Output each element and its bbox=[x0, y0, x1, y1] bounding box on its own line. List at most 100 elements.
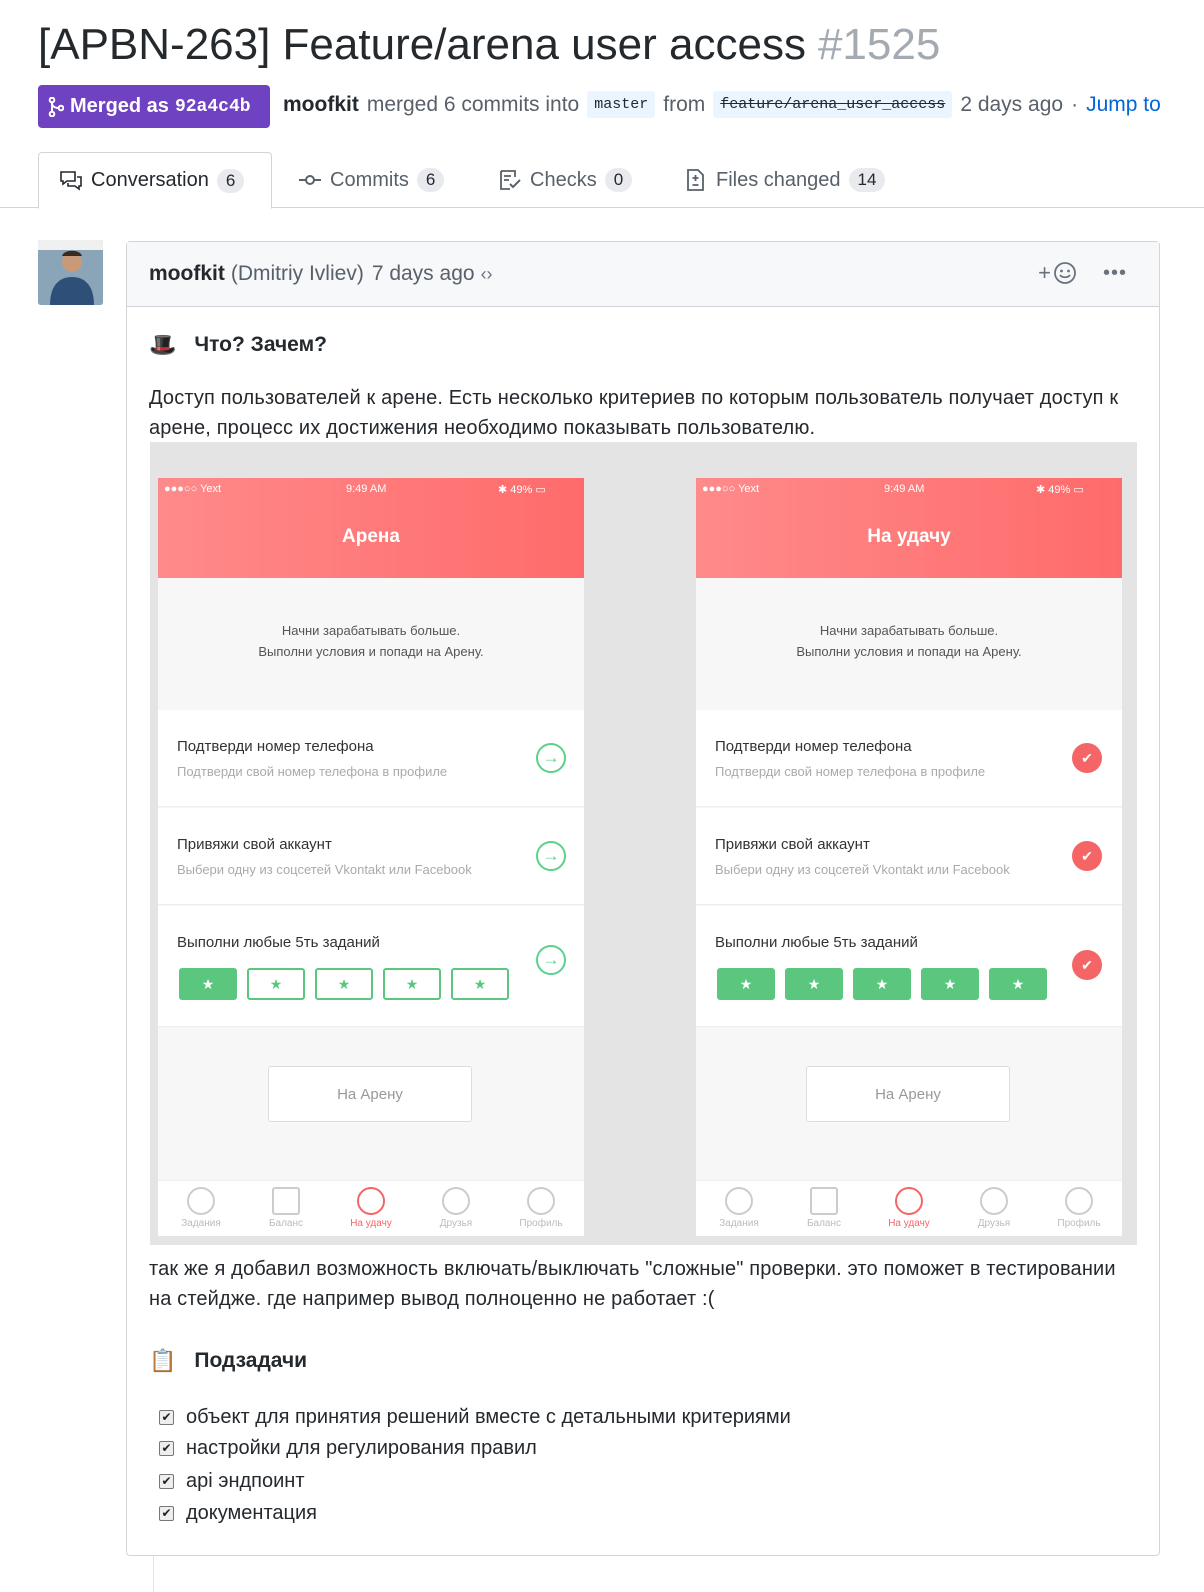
tabbar-friends[interactable]: Друзья bbox=[418, 1187, 494, 1229]
tab-checks[interactable]: Checks 0 bbox=[498, 152, 633, 208]
code-icon: ‹› bbox=[480, 263, 493, 284]
comment-box: moofkit (Dmitriy Ivliev) 7 days ago ‹› +… bbox=[126, 241, 1160, 1556]
pr-meta: moofkit merged 6 commits into master fro… bbox=[283, 91, 1161, 118]
star-badge-icon bbox=[895, 1187, 923, 1215]
to-arena-button[interactable]: На Арену bbox=[268, 1066, 472, 1122]
tab-commits-label: Commits bbox=[330, 168, 409, 191]
check-circle-icon bbox=[187, 1187, 215, 1215]
phone-intro: Начни зарабатывать больше. Выполни услови… bbox=[158, 620, 584, 662]
status-carrier: ●●●○○ Yext bbox=[164, 483, 222, 495]
criteria-row-phone[interactable]: Подтверди номер телефона Подтверди свой … bbox=[158, 710, 584, 807]
star-icon: ★ bbox=[247, 968, 305, 1000]
star-icon: ★ bbox=[921, 968, 979, 1000]
tab-conversation[interactable]: Conversation 6 bbox=[38, 152, 272, 209]
criteria-subtitle: Выбери одну из соцсетей Vkontakt или Fac… bbox=[715, 862, 1010, 877]
phone-tabbar: Задания Баланс На удачу Друзья Профиль bbox=[158, 1180, 584, 1236]
checkbox-checked[interactable]: ✔ bbox=[159, 1441, 174, 1456]
tabbar-balance[interactable]: Баланс bbox=[248, 1187, 324, 1229]
plus-icon: + bbox=[1038, 260, 1051, 285]
tab-conversation-label: Conversation bbox=[91, 169, 209, 191]
star-icon: ★ bbox=[717, 968, 775, 1000]
phone-title: На удачу bbox=[867, 526, 951, 547]
tabbar-label: Друзья bbox=[439, 1218, 473, 1229]
person-icon bbox=[527, 1187, 555, 1215]
timeline-line bbox=[153, 1556, 154, 1592]
file-diff-icon bbox=[687, 169, 704, 191]
head-branch[interactable]: feature/arena_user_access bbox=[713, 91, 953, 118]
avatar[interactable] bbox=[38, 240, 103, 305]
criteria-row-account[interactable]: Привяжи свой аккаунт Выбери одну из соцс… bbox=[696, 808, 1122, 905]
heading-subtasks-text: Подзадачи bbox=[194, 1349, 308, 1372]
status-battery: ✱ 49% ▭ bbox=[498, 484, 546, 496]
tab-files-changed[interactable]: Files changed 14 bbox=[684, 152, 886, 208]
to-arena-button[interactable]: На Арену bbox=[806, 1066, 1010, 1122]
criteria-row-tasks[interactable]: Выполни любые 5ть заданий ✔ ★ ★ ★ ★ ★ bbox=[696, 906, 1122, 1027]
tabbar-tasks[interactable]: Задания bbox=[163, 1187, 239, 1229]
kebab-horizontal-icon[interactable]: ••• bbox=[1103, 262, 1127, 285]
arrow-right-icon[interactable]: → bbox=[536, 945, 566, 975]
tabbar-tasks[interactable]: Задания bbox=[701, 1187, 777, 1229]
people-icon bbox=[980, 1187, 1008, 1215]
merge-commit-hash[interactable]: 92a4c4b bbox=[175, 97, 251, 117]
merged-label: Merged as bbox=[70, 95, 169, 117]
app-mockup-image: ●●●○○ Yext 9:49 AM ✱ 49% ▭ Арена Начни з… bbox=[150, 442, 1137, 1245]
star-badge-icon bbox=[357, 1187, 385, 1215]
checkbox-checked[interactable]: ✔ bbox=[159, 1506, 174, 1521]
tabbar-label: Друзья bbox=[977, 1218, 1011, 1229]
criteria-title: Выполни любые 5ть заданий bbox=[715, 934, 918, 951]
wallet-icon bbox=[272, 1187, 300, 1215]
phone-tabbar: Задания Баланс На удачу Друзья Профиль bbox=[696, 1180, 1122, 1236]
phone-header: ●●●○○ Yext 9:49 AM ✱ 49% ▭ Арена bbox=[158, 478, 584, 578]
tabbar-profile[interactable]: Профиль bbox=[1041, 1187, 1117, 1229]
tabbar-friends[interactable]: Друзья bbox=[956, 1187, 1032, 1229]
git-merge-icon bbox=[48, 96, 64, 117]
tab-commits[interactable]: Commits 6 bbox=[298, 152, 445, 208]
status-carrier: ●●●○○ Yext bbox=[702, 483, 760, 495]
from-text: from bbox=[663, 92, 706, 116]
tab-conversation-count: 6 bbox=[216, 168, 245, 193]
pr-author-link[interactable]: moofkit bbox=[283, 93, 359, 117]
star-icon: ★ bbox=[315, 968, 373, 1000]
comment-actions: + ••• bbox=[1038, 260, 1127, 286]
task-item[interactable]: ✔ api эндпоинт bbox=[159, 1470, 305, 1493]
check-done-icon: ✔ bbox=[1072, 841, 1102, 871]
phone-intro: Начни зарабатывать больше. Выполни услови… bbox=[696, 620, 1122, 662]
checklist-icon bbox=[500, 170, 521, 190]
merged-text: merged 6 commits into bbox=[366, 92, 580, 116]
arrow-right-icon[interactable]: → bbox=[536, 743, 566, 773]
comment-author[interactable]: moofkit bbox=[149, 262, 225, 286]
task-item[interactable]: ✔ документация bbox=[159, 1502, 317, 1525]
tabbar-luck[interactable]: На удачу bbox=[871, 1187, 947, 1229]
tab-checks-count: 0 bbox=[604, 168, 633, 192]
checkbox-checked[interactable]: ✔ bbox=[159, 1474, 174, 1489]
jump-to-link[interactable]: Jump to bbox=[1086, 93, 1161, 117]
criteria-row-account[interactable]: Привяжи свой аккаунт Выбери одну из соцс… bbox=[158, 808, 584, 905]
task-item[interactable]: ✔ объект для принятия решений вместе с де… bbox=[159, 1406, 791, 1429]
criteria-row-tasks[interactable]: Выполни любые 5ть заданий → ★ ★ ★ ★ ★ bbox=[158, 906, 584, 1027]
checkbox-checked[interactable]: ✔ bbox=[159, 1410, 174, 1425]
arrow-right-icon[interactable]: → bbox=[536, 841, 566, 871]
criteria-row-phone[interactable]: Подтверди номер телефона Подтверди свой … bbox=[696, 710, 1122, 807]
task-item[interactable]: ✔ настройки для регулирования правил bbox=[159, 1437, 537, 1460]
tabbar-luck[interactable]: На удачу bbox=[333, 1187, 409, 1229]
tabbar-label: Профиль bbox=[519, 1218, 563, 1229]
base-branch[interactable]: master bbox=[587, 91, 656, 118]
tab-commits-count: 6 bbox=[416, 168, 445, 192]
tabbar-label: Задания bbox=[719, 1218, 759, 1229]
add-reaction-button[interactable]: + bbox=[1038, 260, 1077, 286]
people-icon bbox=[442, 1187, 470, 1215]
tabbar-profile[interactable]: Профиль bbox=[503, 1187, 579, 1229]
intro-line-2: Выполни условия и попади на Арену. bbox=[796, 644, 1022, 659]
comment-time[interactable]: 7 days ago bbox=[372, 262, 475, 286]
avatar-photo bbox=[38, 240, 103, 305]
phone-arena: ●●●○○ Yext 9:49 AM ✱ 49% ▭ Арена Начни з… bbox=[158, 478, 584, 1236]
star-icon: ★ bbox=[853, 968, 911, 1000]
star-icon: ★ bbox=[989, 968, 1047, 1000]
criteria-title: Привяжи свой аккаунт bbox=[715, 836, 870, 853]
criteria-title: Подтверди номер телефона bbox=[177, 738, 374, 755]
tabbar-balance[interactable]: Баланс bbox=[786, 1187, 862, 1229]
star-icon: ★ bbox=[785, 968, 843, 1000]
status-battery-text: 49% bbox=[1048, 484, 1071, 496]
criteria-title: Выполни любые 5ть заданий bbox=[177, 934, 380, 951]
status-time: 9:49 AM bbox=[884, 483, 925, 495]
